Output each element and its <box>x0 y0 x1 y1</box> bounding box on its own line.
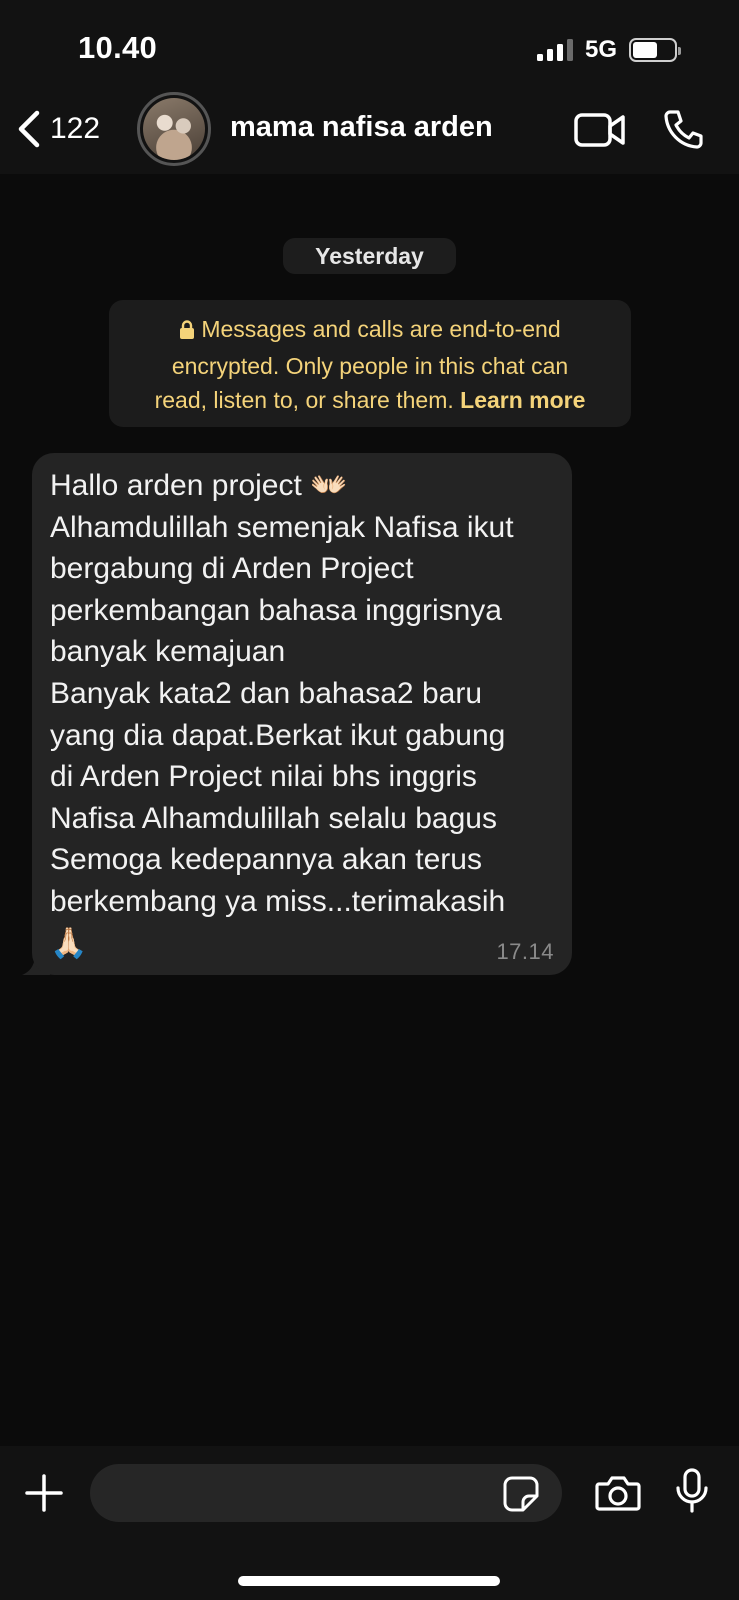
status-bar: 10.40 5G <box>0 0 739 90</box>
battery-level <box>633 42 657 58</box>
message-line: banyak kemajuan <box>50 635 286 669</box>
plus-icon <box>25 1474 63 1512</box>
message-line: di Arden Project nilai bhs inggris <box>50 760 477 794</box>
avatar[interactable] <box>137 92 211 166</box>
message-line: 🙏🏻 <box>50 926 88 960</box>
contact-name[interactable]: mama nafisa arden <box>230 111 493 144</box>
video-call-button[interactable] <box>574 112 626 153</box>
message-line: Semoga kedepannya akan terus <box>50 843 482 877</box>
encryption-notice[interactable]: Messages and calls are end-to-end encryp… <box>109 300 631 427</box>
attach-button[interactable] <box>25 1474 63 1517</box>
microphone-icon <box>676 1468 708 1513</box>
voice-message-button[interactable] <box>675 1468 709 1519</box>
encryption-line-3: read, listen to, or share them. Learn mo… <box>154 387 586 413</box>
voice-call-button[interactable] <box>662 108 704 155</box>
message-input[interactable] <box>90 1464 562 1522</box>
battery-icon <box>629 38 681 62</box>
message-line: bergabung di Arden Project <box>50 552 414 586</box>
message-line: Alhamdulillah semenjak Nafisa ikut <box>50 510 514 544</box>
camera-icon <box>595 1476 641 1511</box>
status-indicators: 5G <box>536 36 681 64</box>
date-separator: Yesterday <box>283 238 456 274</box>
avatar-photo <box>143 98 205 160</box>
message-line: Banyak kata2 dan bahasa2 baru <box>50 676 482 710</box>
encryption-line-1: Messages and calls are end-to-end <box>123 312 617 349</box>
unread-count: 122 <box>50 112 101 145</box>
message-line: berkembang ya miss...terimakasih <box>50 884 506 918</box>
message-text: Hallo arden project 👐🏻 Alhamdulillah seme… <box>50 465 554 964</box>
status-time: 10.40 <box>78 30 158 65</box>
lock-icon <box>179 315 195 349</box>
network-type: 5G <box>584 36 617 63</box>
encryption-line-2: encrypted. Only people in this chat can <box>171 353 569 379</box>
message-timestamp: 17.14 <box>496 939 554 964</box>
message-bubble[interactable]: Hallo arden project 👐🏻 Alhamdulillah seme… <box>32 453 572 975</box>
phone-icon <box>664 110 703 149</box>
chevron-left-icon <box>18 110 40 148</box>
video-camera-icon <box>574 113 625 147</box>
camera-button[interactable] <box>595 1474 641 1517</box>
sticker-button[interactable] <box>503 1476 539 1517</box>
message-line: Nafisa Alhamdulillah selalu bagus <box>50 801 497 835</box>
composer-bar <box>0 1446 739 1600</box>
signal-strength-icon <box>536 39 573 61</box>
message-line: Hallo arden project 👐🏻 <box>50 469 348 502</box>
chat-header: 122 mama nafisa arden <box>0 90 739 174</box>
back-button[interactable]: 122 <box>16 110 100 148</box>
message-line: perkembangan bahasa inggrisnya <box>50 593 502 627</box>
sticker-icon <box>503 1476 539 1512</box>
learn-more-link[interactable]: Learn more <box>460 387 585 413</box>
home-indicator <box>238 1576 500 1586</box>
message-line: yang dia dapat.Berkat ikut gabung <box>50 718 506 752</box>
